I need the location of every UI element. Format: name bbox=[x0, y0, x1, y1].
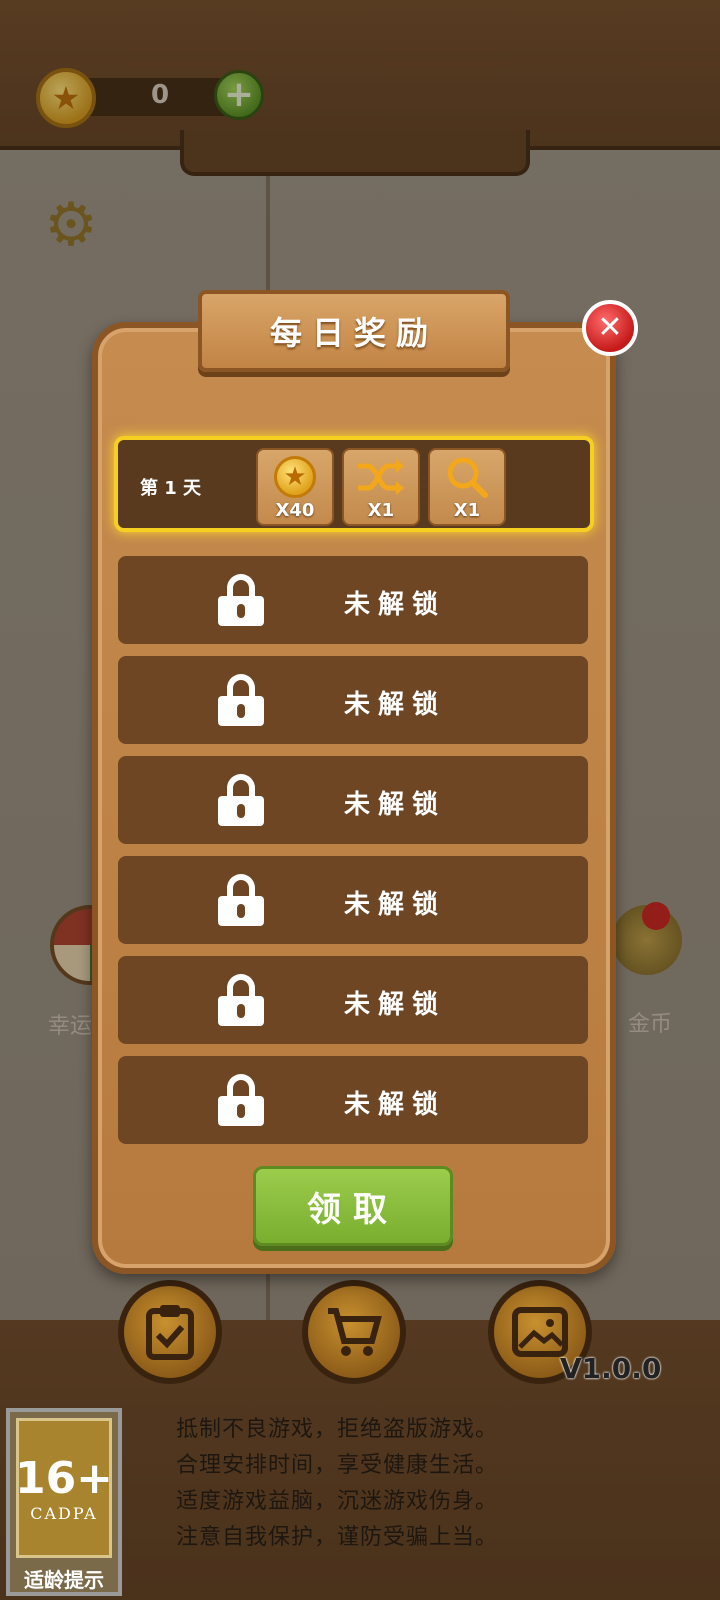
shop-button[interactable] bbox=[302, 1280, 406, 1384]
locked-label: 未解锁 bbox=[344, 590, 447, 620]
locked-label: 未解锁 bbox=[344, 790, 447, 820]
day-5-locked-row: 未解锁 bbox=[118, 856, 588, 944]
modal-title: 每日奖励 bbox=[198, 290, 510, 372]
notice-line: 适度游戏益脑，沉迷游戏伤身。 bbox=[176, 1489, 499, 1514]
day-6-locked-row: 未解锁 bbox=[118, 956, 588, 1044]
reward-qty: X1 bbox=[367, 500, 395, 521]
shopping-cart-icon bbox=[328, 1308, 382, 1356]
reward-item-coins: ★ X40 bbox=[256, 448, 334, 526]
day-4-locked-row: 未解锁 bbox=[118, 756, 588, 844]
day-7-locked-row: 未解锁 bbox=[118, 1056, 588, 1144]
picture-icon bbox=[512, 1307, 568, 1357]
shuffle-icon bbox=[358, 459, 404, 495]
star-coin-icon: ★ bbox=[274, 456, 316, 498]
day-1-reward-row[interactable]: 第 1 天 ★ X40 X1 X1 bbox=[114, 436, 594, 532]
day-3-locked-row: 未解锁 bbox=[118, 656, 588, 744]
close-icon: ✕ bbox=[597, 310, 623, 345]
lock-icon bbox=[218, 674, 264, 726]
magnifier-icon bbox=[447, 457, 488, 498]
locked-label: 未解锁 bbox=[344, 990, 447, 1020]
reward-item-magnifier: X1 bbox=[428, 448, 506, 526]
lock-icon bbox=[218, 774, 264, 826]
claim-button[interactable]: 领取 bbox=[253, 1166, 453, 1246]
locked-label: 未解锁 bbox=[344, 1090, 447, 1120]
age-rating-org: CADPA bbox=[30, 1504, 98, 1523]
lock-icon bbox=[218, 574, 264, 626]
version-label: V1.0.0 bbox=[560, 1352, 662, 1385]
day-1-label: 第 1 天 bbox=[140, 478, 202, 499]
reward-qty: X1 bbox=[453, 500, 481, 521]
age-rating-badge: 16+ CADPA 适龄提示 bbox=[6, 1408, 122, 1596]
day-2-locked-row: 未解锁 bbox=[118, 556, 588, 644]
close-button[interactable]: ✕ bbox=[582, 300, 638, 356]
locked-label: 未解锁 bbox=[344, 690, 447, 720]
lock-icon bbox=[218, 874, 264, 926]
lock-icon bbox=[218, 1074, 264, 1126]
health-notice: 抵制不良游戏，拒绝盗版游戏。 合理安排时间，享受健康生活。 适度游戏益脑，沉迷游… bbox=[176, 1412, 498, 1556]
notice-line: 注意自我保护，谨防受骗上当。 bbox=[176, 1525, 499, 1550]
age-rating-inner: 16+ CADPA bbox=[14, 1418, 114, 1558]
age-rating-tip: 适龄提示 bbox=[24, 1568, 104, 1592]
age-rating-number: 16+ bbox=[14, 1453, 114, 1504]
notice-line: 合理安排时间，享受健康生活。 bbox=[176, 1453, 499, 1478]
reward-item-shuffle: X1 bbox=[342, 448, 420, 526]
notice-line: 抵制不良游戏，拒绝盗版游戏。 bbox=[176, 1417, 499, 1442]
reward-qty: X40 bbox=[275, 500, 315, 521]
locked-label: 未解锁 bbox=[344, 890, 447, 920]
lock-icon bbox=[218, 974, 264, 1026]
clipboard-check-icon bbox=[146, 1305, 194, 1360]
tasks-button[interactable] bbox=[118, 1280, 222, 1384]
